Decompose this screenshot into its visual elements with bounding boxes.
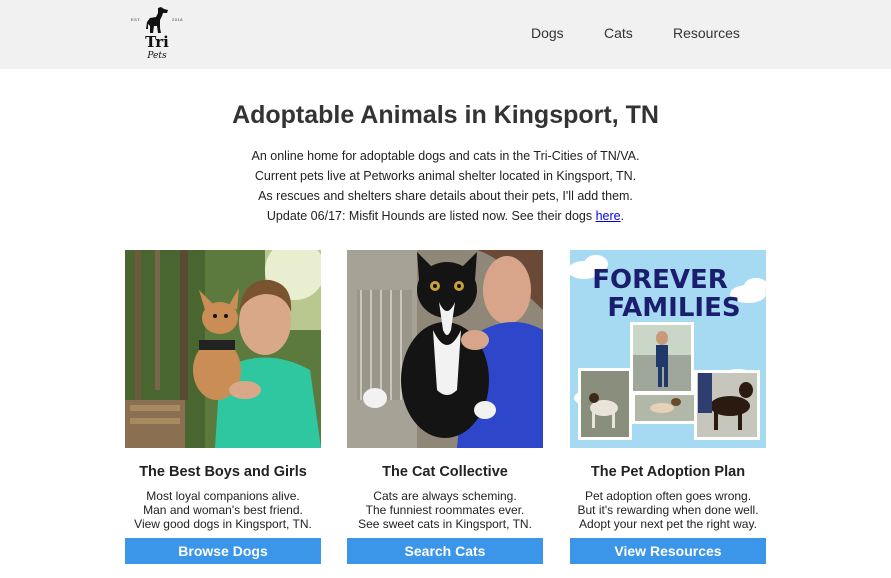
card-title: The Cat Collective [382, 464, 508, 480]
nav-link-resources[interactable]: Resources [673, 25, 740, 41]
card-desc-line: The funniest roommates ever. [365, 503, 525, 517]
intro-line: Current pets live at Petworks animal she… [254, 169, 637, 183]
intro-line: An online home for adoptable dogs and ca… [251, 149, 640, 163]
card-desc-line: But it's rewarding when done well. [577, 503, 759, 517]
card-desc-line: Cats are always scheming. [373, 489, 517, 503]
poster-title-line2: FAMILIES [607, 293, 740, 323]
card-description: Pet adoption often goes wrong. But it's … [550, 489, 786, 531]
card-title: The Best Boys and Girls [139, 464, 307, 480]
search-cats-button[interactable]: Search Cats [347, 538, 543, 564]
update-text: Update 06/17: Misfit Hounds are listed n… [266, 209, 596, 223]
intro-text: An online home for adoptable dogs and ca… [0, 146, 891, 226]
card-description: Cats are always scheming. The funniest r… [327, 489, 563, 531]
card-desc-line: Man and woman's best friend. [143, 503, 303, 517]
card-desc-line: View good dogs in Kingsport, TN. [134, 517, 312, 531]
logo-est-text: EST. [131, 17, 142, 22]
logo-word-tri: Tri [145, 33, 169, 51]
logo-word-pets: Pets [147, 51, 167, 61]
dog-photo[interactable] [125, 250, 321, 448]
nav-link-dogs[interactable]: Dogs [531, 25, 564, 41]
card-desc-line: Most loyal companions alive. [146, 489, 300, 503]
site-logo[interactable]: EST. 2018 Tri Pets [131, 6, 183, 64]
view-resources-button[interactable]: View Resources [570, 538, 766, 564]
site-header: EST. 2018 Tri Pets Dogs Cats Resources [0, 0, 891, 69]
nav-link-cats[interactable]: Cats [604, 25, 633, 41]
card-desc-line: Adopt your next pet the right way. [579, 517, 757, 531]
forever-families-poster[interactable]: FOREVER FAMILIES [570, 250, 766, 448]
update-period: . [620, 209, 625, 223]
card-desc-line: See sweet cats in Kingsport, TN. [358, 517, 532, 531]
card-desc-line: Pet adoption often goes wrong. [584, 489, 752, 503]
misfit-hounds-link[interactable]: here [596, 209, 621, 223]
cat-photo[interactable] [347, 250, 543, 448]
dog-silhouette-icon [146, 7, 168, 33]
poster-title-line1: FOREVER [592, 265, 728, 295]
browse-dogs-button[interactable]: Browse Dogs [125, 538, 321, 564]
intro-line-update: Update 06/17: Misfit Hounds are listed n… [0, 206, 891, 226]
logo-year-text: 2018 [172, 17, 183, 22]
page-title: Adoptable Animals in Kingsport, TN [232, 101, 659, 129]
intro-line: As rescues and shelters share details ab… [258, 189, 633, 203]
card-description: Most loyal companions alive. Man and wom… [105, 489, 341, 531]
card-title: The Pet Adoption Plan [590, 464, 746, 480]
